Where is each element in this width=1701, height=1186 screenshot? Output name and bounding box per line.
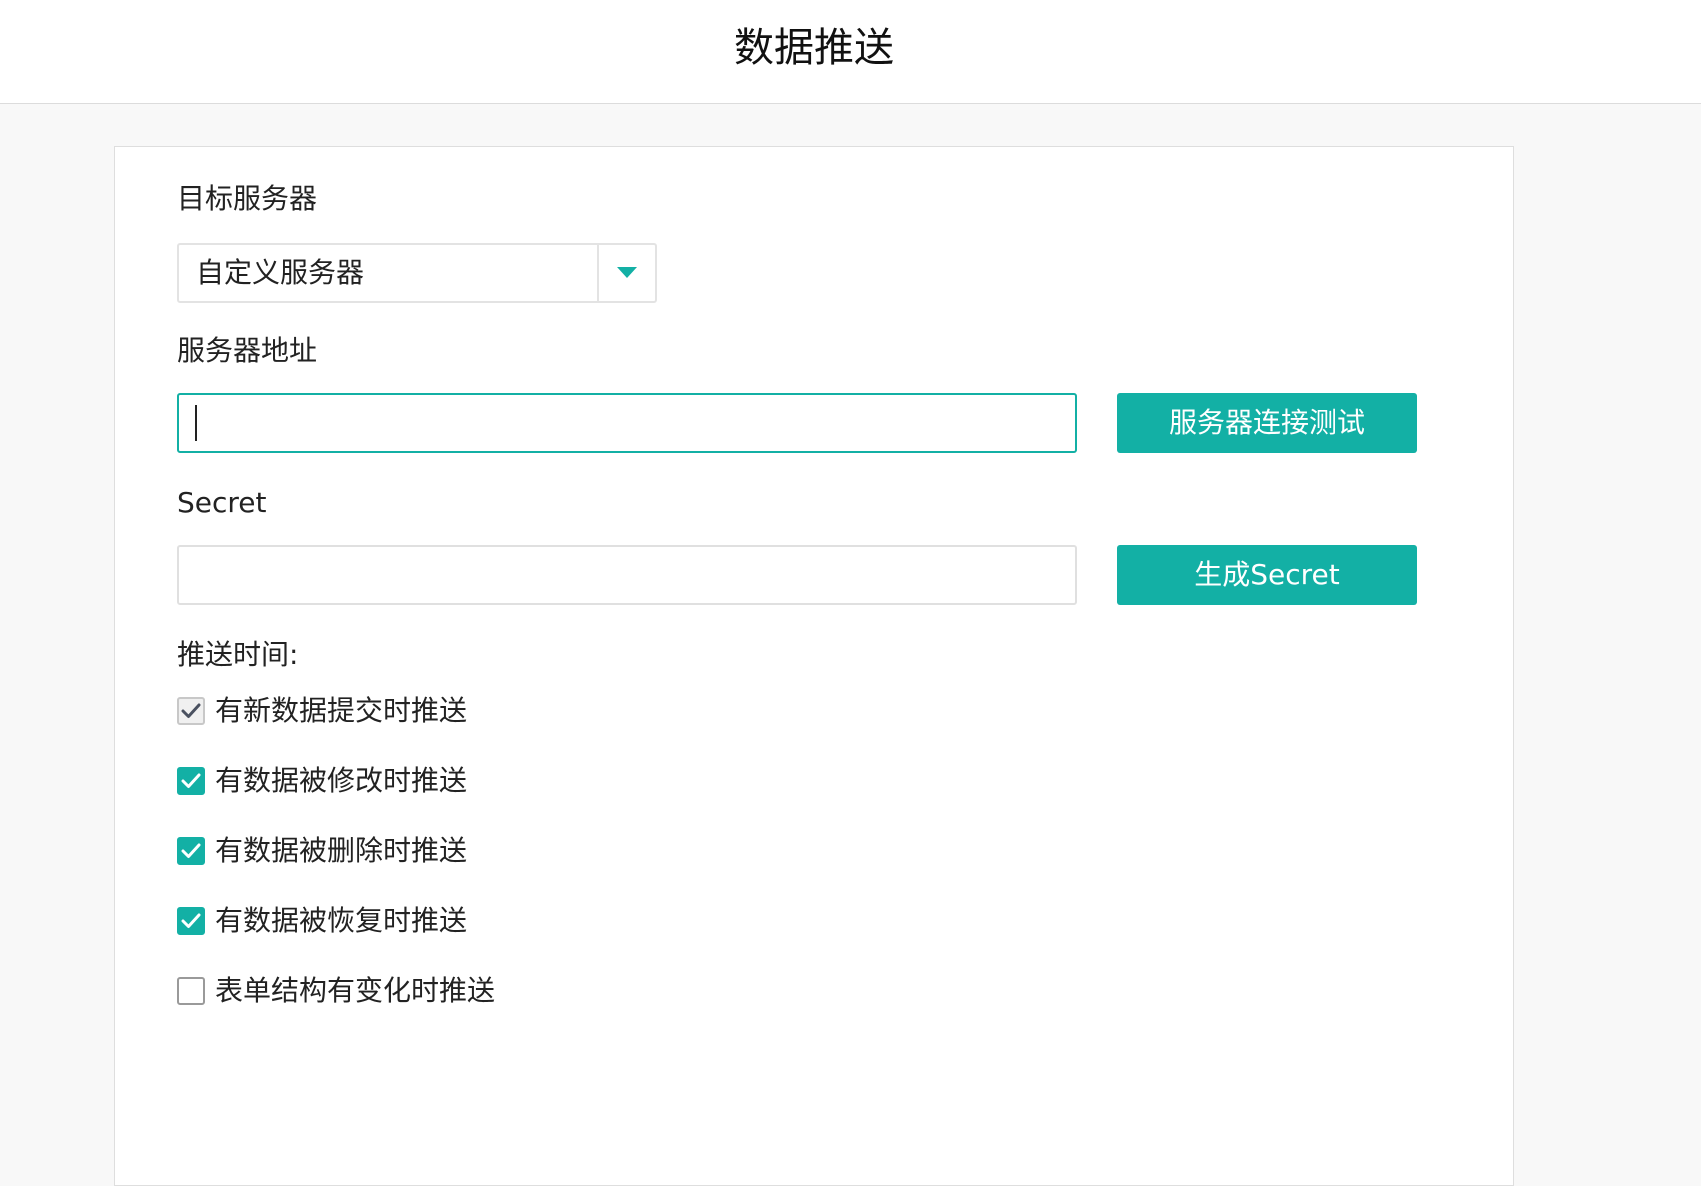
server-address-label: 服务器地址 [177, 334, 318, 367]
page-header: 数据推送 [0, 0, 1701, 104]
push-option-checkbox[interactable] [177, 907, 205, 935]
server-connection-test-button[interactable]: 服务器连接测试 [1117, 393, 1417, 453]
target-server-select[interactable]: 自定义服务器 [177, 243, 657, 303]
push-option-label: 有数据被修改时推送 [215, 764, 468, 797]
secret-label: Secret [177, 486, 267, 519]
check-icon [181, 703, 201, 718]
push-option-label: 有数据被恢复时推送 [215, 904, 468, 937]
push-option-form-structure-changed[interactable]: 表单结构有变化时推送 [177, 973, 495, 1009]
push-option-label: 有数据被删除时推送 [215, 834, 468, 867]
push-option-checkbox[interactable] [177, 837, 205, 865]
target-server-dropdown-toggle[interactable] [597, 245, 655, 301]
target-server-label: 目标服务器 [177, 182, 318, 215]
push-option-data-modified[interactable]: 有数据被修改时推送 [177, 763, 467, 799]
server-address-input[interactable] [177, 393, 1077, 453]
push-option-data-deleted[interactable]: 有数据被删除时推送 [177, 833, 467, 869]
generate-secret-button[interactable]: 生成Secret [1117, 545, 1417, 605]
check-icon [181, 843, 201, 858]
push-option-checkbox[interactable] [177, 977, 205, 1005]
push-option-new-data[interactable]: 有新数据提交时推送 [177, 693, 467, 729]
push-option-checkbox[interactable] [177, 697, 205, 725]
caret-down-icon [617, 267, 637, 278]
target-server-selected-value: 自定义服务器 [196, 256, 365, 289]
check-icon [181, 913, 201, 928]
check-icon [181, 773, 201, 788]
page-title: 数据推送 [734, 25, 894, 71]
push-option-checkbox[interactable] [177, 767, 205, 795]
push-option-label: 有新数据提交时推送 [215, 694, 468, 727]
push-time-label: 推送时间: [177, 638, 299, 671]
push-option-label: 表单结构有变化时推送 [215, 974, 496, 1007]
data-push-settings-card: 目标服务器 自定义服务器 服务器地址 服务器连接测试 Secret 生成Secr… [114, 146, 1514, 1186]
push-option-data-restored[interactable]: 有数据被恢复时推送 [177, 903, 467, 939]
text-caret [195, 405, 197, 441]
secret-input[interactable] [177, 545, 1077, 605]
